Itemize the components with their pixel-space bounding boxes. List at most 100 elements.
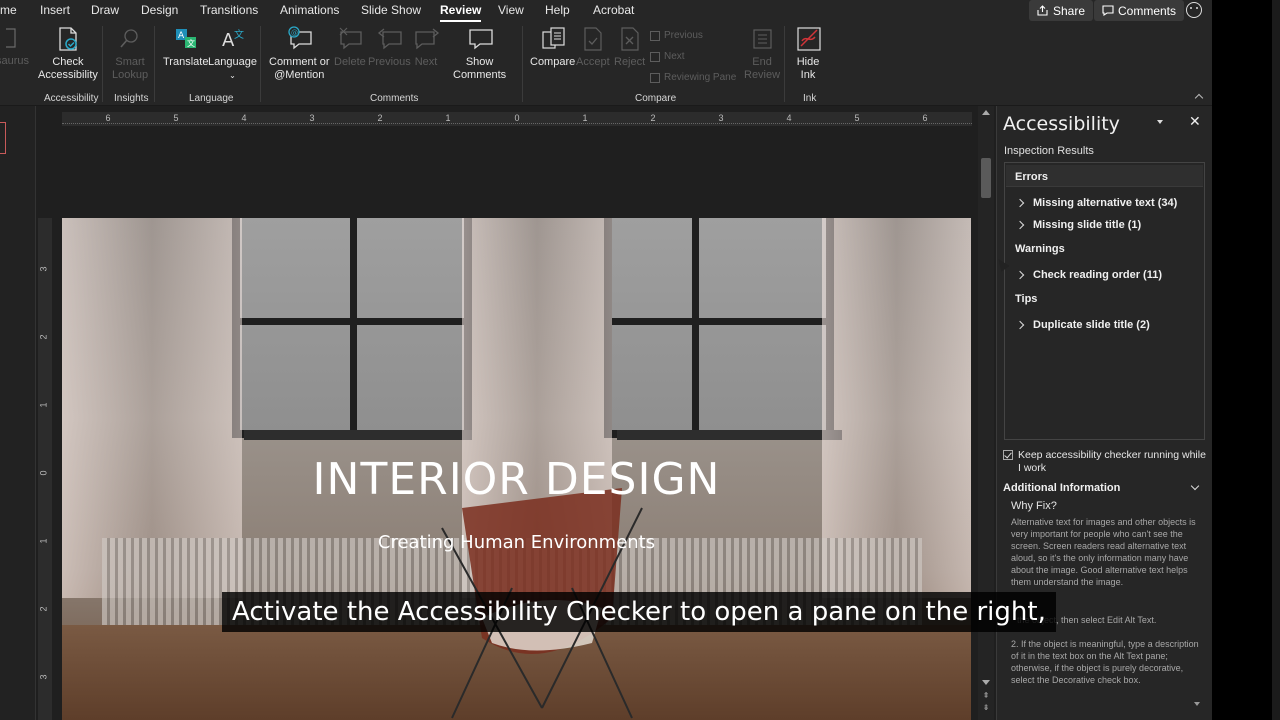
language-button[interactable]: A文 Language ⌄ — [208, 26, 257, 82]
keep-checker-running-option[interactable]: Keep accessibility checker running while… — [1003, 449, 1208, 475]
result-duplicate-slide-title[interactable]: Duplicate slide title (2) — [1015, 319, 1150, 331]
tab-view[interactable]: View — [498, 3, 524, 17]
tab-review[interactable]: Review — [440, 3, 482, 22]
translate-button[interactable]: A文 Translate — [163, 26, 208, 69]
compare-next-button[interactable]: Next — [650, 51, 685, 62]
share-label: Share — [1053, 3, 1086, 18]
video-caption: Activate the Accessibility Checker to op… — [222, 592, 1056, 632]
ruler-tick: 3 — [309, 113, 315, 123]
ruler-tick: 0 — [514, 113, 520, 123]
comment-mention-line2: @Mention — [274, 69, 325, 81]
tab-transitions[interactable]: Transitions — [200, 3, 258, 17]
smart-lookup-line2: Lookup — [112, 69, 149, 81]
show-comments-line1: Show — [465, 56, 494, 68]
result-missing-slide-title[interactable]: Missing slide title (1) — [1015, 219, 1141, 231]
smart-lookup-button[interactable]: Smart Lookup — [112, 26, 148, 82]
previous-slide-icon[interactable]: ⇞ — [981, 692, 991, 700]
next-comment-icon — [414, 26, 440, 52]
tab-draw[interactable]: Draw — [91, 3, 119, 17]
share-button[interactable]: Share — [1029, 0, 1094, 21]
scroll-thumb[interactable] — [981, 158, 991, 198]
slide-canvas[interactable]: INTERIOR DESIGN Creating Human Environme… — [62, 218, 971, 720]
how-to-fix-step-2: 2. If the object is meaningful, type a d… — [1011, 639, 1199, 685]
end-review-button[interactable]: End Review — [744, 26, 780, 82]
ruler-tick: 3 — [38, 266, 49, 272]
accept-button[interactable]: Accept — [576, 26, 610, 69]
ribbon: saurus Check Accessibility Accessibility… — [0, 22, 1212, 106]
slide-thumbnail[interactable] — [0, 122, 6, 154]
share-icon — [1037, 5, 1048, 16]
result-check-reading-order[interactable]: Check reading order (11) — [1015, 269, 1162, 281]
tab-insert[interactable]: Insert — [40, 3, 70, 17]
keep-running-label: Keep accessibility checker running while… — [1018, 449, 1206, 474]
reviewing-pane-label: Reviewing Pane — [664, 72, 737, 83]
ruler-tick: 1 — [582, 113, 588, 123]
check-accessibility-button[interactable]: Check Accessibility — [38, 26, 98, 82]
show-comments-icon — [468, 26, 493, 52]
next-comment-button[interactable]: Next — [414, 26, 440, 69]
tab-animations[interactable]: Animations — [280, 3, 339, 17]
ruler-tick: 5 — [173, 113, 179, 123]
compare-previous-button[interactable]: Previous — [650, 30, 703, 41]
smart-lookup-icon — [118, 26, 142, 52]
show-comments-line2: Comments — [453, 69, 507, 81]
hide-ink-button[interactable]: Hide Ink — [796, 26, 821, 82]
slide-title[interactable]: INTERIOR DESIGN — [62, 454, 971, 505]
previous-comment-button[interactable]: Previous — [368, 26, 411, 69]
ruler-tick: 4 — [241, 113, 247, 123]
comments-button[interactable]: Comments — [1094, 0, 1185, 21]
ruler-tick: 1 — [445, 113, 451, 123]
scroll-down-icon[interactable] — [982, 680, 990, 685]
tab-acrobat[interactable]: Acrobat — [593, 3, 634, 17]
svg-text:@: @ — [291, 29, 298, 37]
tab-slide-show[interactable]: Slide Show — [361, 3, 421, 17]
chevron-down-icon[interactable] — [1190, 481, 1200, 491]
keep-running-checkbox[interactable] — [1003, 450, 1013, 460]
close-icon[interactable]: ✕ — [1189, 114, 1201, 128]
svg-text:文: 文 — [187, 38, 195, 48]
thesaurus-button[interactable]: saurus — [0, 26, 29, 68]
group-separator — [784, 26, 785, 102]
reject-button[interactable]: Reject — [614, 26, 645, 69]
compare-button[interactable]: Compare — [530, 26, 575, 69]
ruler-tick: 2 — [38, 606, 49, 612]
slide-subtitle[interactable]: Creating Human Environments — [62, 532, 971, 553]
accept-icon — [581, 26, 605, 52]
result-label: Duplicate slide title (2) — [1033, 319, 1150, 331]
ruler-tick: 2 — [650, 113, 656, 123]
chevron-down-icon: ⌄ — [229, 71, 236, 80]
comment-mention-button[interactable]: @ Comment or @Mention — [269, 26, 330, 82]
delete-comment-button[interactable]: Delete — [334, 26, 366, 69]
check-accessibility-line1: Check — [52, 56, 84, 68]
collapse-ribbon-icon[interactable] — [1194, 92, 1204, 102]
comment-mention-line1: Comment or — [269, 56, 330, 68]
feedback-smiley-icon[interactable] — [1186, 2, 1202, 18]
pane-scroll-down-icon[interactable] — [1194, 702, 1200, 706]
thesaurus-icon — [5, 26, 20, 52]
group-language-label: Language — [189, 93, 234, 104]
ruler-tick: 1 — [38, 402, 49, 408]
window-edge-stripe — [1272, 0, 1280, 720]
reviewing-pane-button[interactable]: Reviewing Pane — [650, 72, 736, 83]
delete-comment-icon — [338, 26, 362, 52]
group-separator — [154, 26, 155, 102]
result-missing-alt-text[interactable]: Missing alternative text (34) — [1015, 197, 1177, 209]
scroll-up-icon[interactable] — [982, 110, 990, 115]
previous-change-icon — [650, 30, 660, 41]
chevron-right-icon — [1015, 270, 1025, 280]
tab-design[interactable]: Design — [141, 3, 178, 17]
tab-home[interactable]: me — [0, 3, 17, 17]
tab-help[interactable]: Help — [545, 3, 570, 17]
group-separator — [522, 26, 523, 102]
slide-thumbnail-pane[interactable] — [0, 106, 36, 720]
svg-text:A: A — [178, 31, 185, 41]
errors-heading: Errors — [1015, 171, 1049, 183]
show-comments-button[interactable]: Show Comments — [453, 26, 506, 82]
group-insights-label: Insights — [114, 93, 149, 104]
language-label: Language — [208, 56, 257, 68]
additional-information-heading[interactable]: Additional Information — [1003, 482, 1120, 494]
next-slide-icon[interactable]: ⇟ — [981, 704, 991, 712]
chevron-right-icon — [1015, 198, 1025, 208]
svg-text:文: 文 — [234, 28, 244, 41]
pane-options-icon[interactable] — [1157, 118, 1165, 126]
